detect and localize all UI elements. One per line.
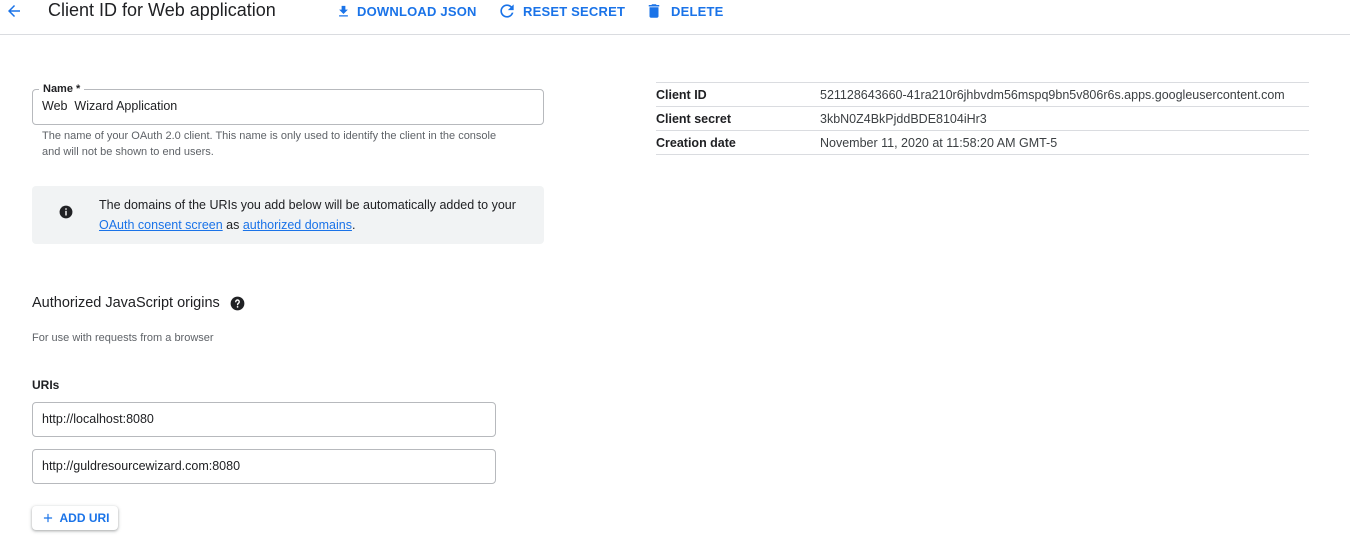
property-row-client-secret: Client secret 3kbN0Z4BkPjddBDE8104iHr3: [656, 107, 1309, 131]
download-icon: [339, 5, 348, 16]
js-origins-subtitle: For use with requests from a browser: [32, 332, 214, 344]
property-key: Creation date: [656, 135, 736, 150]
page-title: Client ID for Web application: [48, 0, 276, 20]
name-field[interactable]: Name * Web Wizard Application: [32, 82, 544, 125]
name-field-value[interactable]: Web Wizard Application: [42, 99, 177, 113]
download-json-button[interactable]: DOWNLOAD JSON: [336, 0, 477, 22]
uri-input-value: http://guldresourcewizard.com:8080: [42, 459, 241, 473]
name-field-label: Name *: [39, 82, 85, 96]
delete-label: DELETE: [671, 3, 724, 19]
info-text-part: .: [351, 218, 356, 232]
plus-icon: [43, 513, 52, 523]
download-json-label: DOWNLOAD JSON: [357, 3, 477, 19]
reset-secret-label: RESET SECRET: [523, 3, 626, 19]
back-button[interactable]: [2, 0, 26, 22]
top-app-bar: Client ID for Web application DOWNLOAD J…: [0, 0, 1350, 35]
add-uri-button[interactable]: ADD URI: [32, 506, 118, 530]
oauth-consent-screen-link[interactable]: OAuth consent screen: [99, 218, 223, 232]
info-text-part: as: [222, 218, 243, 232]
delete-button[interactable]: DELETE: [645, 0, 723, 22]
js-origins-title-text: Authorized JavaScript origins: [32, 295, 220, 311]
uri-input-2[interactable]: http://guldresourcewizard.com:8080: [32, 449, 496, 484]
info-text-part: The domains of the URIs you add below wi…: [99, 198, 516, 212]
creation-date-value: November 11, 2020 at 11:58:20 AM GMT-5: [820, 135, 1058, 150]
js-origins-section-title: Authorized JavaScript origins: [32, 295, 245, 311]
property-key: Client secret: [656, 111, 732, 126]
info-banner-text: The domains of the URIs you add below wi…: [99, 195, 529, 235]
client-properties-table: Client ID 521128643660-41ra210r6jhbvdm56…: [656, 82, 1309, 155]
info-icon: [59, 205, 73, 219]
reset-secret-button[interactable]: RESET SECRET: [497, 0, 625, 22]
uris-label: URIs: [32, 378, 60, 392]
name-field-help-text: The name of your OAuth 2.0 client. This …: [42, 130, 497, 158]
client-secret-value: 3kbN0Z4BkPjddBDE8104iHr3: [820, 111, 987, 126]
property-row-creation-date: Creation date November 11, 2020 at 11:58…: [656, 131, 1309, 155]
info-banner: The domains of the URIs you add below wi…: [32, 186, 544, 244]
arrow-back-icon: [8, 5, 20, 17]
uri-input-value: http://localhost:8080: [42, 412, 154, 426]
authorized-domains-link[interactable]: authorized domains: [243, 218, 352, 232]
property-row-client-id: Client ID 521128643660-41ra210r6jhbvdm56…: [656, 83, 1309, 107]
trash-icon: [648, 4, 660, 18]
refresh-icon: [500, 4, 514, 18]
property-key: Client ID: [656, 87, 707, 102]
uri-input-1[interactable]: http://localhost:8080: [32, 402, 496, 437]
help-icon[interactable]: [230, 296, 245, 311]
add-uri-label: ADD URI: [59, 511, 110, 525]
client-id-value: 521128643660-41ra210r6jhbvdm56mspq9bn5v8…: [820, 87, 1285, 102]
